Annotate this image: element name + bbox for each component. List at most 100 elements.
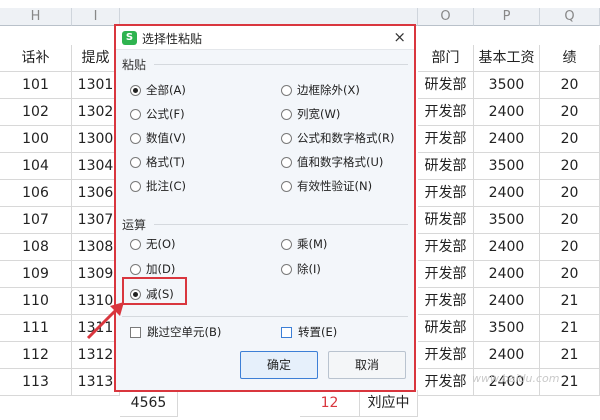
cell-h[interactable]: 107 (0, 207, 72, 234)
radio-option[interactable]: 有效性验证(N) (281, 178, 372, 194)
cell-q[interactable]: 20 (540, 153, 600, 180)
cell-q[interactable]: 21 (540, 315, 600, 342)
col-header-o[interactable]: O (418, 8, 474, 26)
cell-q[interactable]: 20 (540, 234, 600, 261)
header-cell-p[interactable]: 基本工资 (474, 45, 540, 72)
cell-q[interactable]: 20 (540, 99, 600, 126)
cell-q[interactable]: 21 (540, 288, 600, 315)
radio-option[interactable]: 格式(T) (130, 154, 185, 170)
cell-o[interactable]: 研发部 (418, 153, 474, 180)
cell-o[interactable]: 开发部 (418, 342, 474, 369)
radio-button[interactable] (281, 156, 292, 168)
radio-option[interactable]: 公式和数字格式(R) (281, 130, 394, 146)
cell-p[interactable]: 2400 (474, 261, 540, 288)
cell-i[interactable]: 1302 (72, 99, 120, 126)
cell-h[interactable]: 112 (0, 342, 72, 369)
radio-option[interactable]: 列宽(W) (281, 106, 340, 122)
radio-button[interactable] (130, 238, 141, 250)
cell-p[interactable]: 2400 (474, 99, 540, 126)
cell-o[interactable]: 研发部 (418, 207, 474, 234)
cell-h[interactable]: 109 (0, 261, 72, 288)
cell-o[interactable]: 研发部 (418, 72, 474, 99)
radio-option[interactable]: 批注(C) (130, 178, 186, 194)
cell-h[interactable]: 110 (0, 288, 72, 315)
radio-button[interactable] (281, 180, 292, 192)
cell-h[interactable]: 111 (0, 315, 72, 342)
radio-button[interactable] (130, 156, 141, 168)
cell-q[interactable]: 21 (540, 342, 600, 369)
cell-o[interactable]: 研发部 (418, 315, 474, 342)
radio-button[interactable] (281, 84, 292, 96)
cell-p[interactable]: 2400 (474, 342, 540, 369)
header-cell-q[interactable]: 绩 (540, 45, 600, 72)
header-cell-h[interactable]: 话补 (0, 45, 72, 72)
radio-button[interactable] (281, 238, 292, 250)
cell-p[interactable]: 2400 (474, 288, 540, 315)
cell-h[interactable]: 100 (0, 126, 72, 153)
radio-option[interactable]: 无(O) (130, 236, 176, 252)
radio-option[interactable]: 加(D) (130, 261, 175, 277)
cell-i[interactable]: 1304 (72, 153, 120, 180)
cell-i[interactable]: 1300 (72, 126, 120, 153)
radio-button[interactable] (130, 108, 141, 120)
cancel-button[interactable]: 取消 (328, 351, 406, 379)
radio-button[interactable] (281, 132, 292, 144)
cell-q[interactable]: 20 (540, 207, 600, 234)
radio-option[interactable]: 数值(V) (130, 130, 186, 146)
cell-i[interactable]: 1312 (72, 342, 120, 369)
cell-p[interactable]: 2400 (474, 126, 540, 153)
radio-button[interactable] (130, 84, 141, 96)
radio-button[interactable] (281, 263, 292, 275)
cell-p[interactable]: 3500 (474, 315, 540, 342)
radio-option[interactable]: 公式(F) (130, 106, 185, 122)
cell-o[interactable]: 开发部 (418, 288, 474, 315)
radio-button[interactable] (281, 108, 292, 120)
cell-h[interactable]: 113 (0, 369, 72, 396)
dialog-titlebar[interactable]: S 选择性粘贴 × (116, 26, 414, 50)
col-header-q[interactable]: Q (540, 8, 600, 26)
cell-q[interactable]: 20 (540, 261, 600, 288)
radio-option[interactable]: 除(I) (281, 261, 321, 277)
cell-o[interactable]: 开发部 (418, 126, 474, 153)
cell-h[interactable]: 101 (0, 72, 72, 99)
radio-option[interactable]: 边框除外(X) (281, 82, 360, 98)
cell-o[interactable]: 开发部 (418, 99, 474, 126)
checkbox-box[interactable] (281, 326, 292, 338)
ok-button[interactable]: 确定 (240, 351, 318, 379)
cell-p[interactable]: 2400 (474, 180, 540, 207)
cell-p[interactable]: 2400 (474, 234, 540, 261)
skip-blanks-checkbox[interactable]: 跳过空单元(B) (130, 324, 221, 340)
cell-i[interactable]: 1313 (72, 369, 120, 396)
radio-button[interactable] (130, 132, 141, 144)
cell-i[interactable]: 1308 (72, 234, 120, 261)
close-icon[interactable]: × (393, 28, 406, 46)
col-header-p[interactable]: P (474, 8, 540, 26)
cell-q[interactable]: 20 (540, 126, 600, 153)
radio-button[interactable] (130, 263, 141, 275)
cell-h[interactable]: 106 (0, 180, 72, 207)
cell-m-bottom[interactable]: 12 (300, 390, 360, 417)
transpose-checkbox[interactable]: 转置(E) (281, 324, 337, 340)
cell-n-bottom[interactable]: 刘应中 (360, 390, 418, 417)
cell-i[interactable]: 1307 (72, 207, 120, 234)
cell-h[interactable]: 102 (0, 99, 72, 126)
cell-p[interactable]: 3500 (474, 153, 540, 180)
cell-i[interactable]: 1309 (72, 261, 120, 288)
cell-q[interactable]: 20 (540, 72, 600, 99)
radio-option[interactable]: 值和数字格式(U) (281, 154, 383, 170)
radio-option[interactable]: 乘(M) (281, 236, 327, 252)
cell-h[interactable]: 104 (0, 153, 72, 180)
cell-j-bottom[interactable]: 4565 (120, 390, 178, 417)
col-header-h[interactable]: H (0, 8, 72, 26)
cell-i[interactable]: 1306 (72, 180, 120, 207)
col-header-i[interactable]: I (72, 8, 120, 26)
header-cell-i[interactable]: 提成 (72, 45, 120, 72)
header-cell-o[interactable]: 部门 (418, 45, 474, 72)
radio-button[interactable] (130, 180, 141, 192)
cell-p[interactable]: 3500 (474, 72, 540, 99)
radio-option[interactable]: 全部(A) (130, 82, 186, 98)
cell-o[interactable]: 开发部 (418, 234, 474, 261)
cell-i[interactable]: 1301 (72, 72, 120, 99)
cell-o[interactable]: 开发部 (418, 369, 474, 396)
cell-o[interactable]: 开发部 (418, 261, 474, 288)
